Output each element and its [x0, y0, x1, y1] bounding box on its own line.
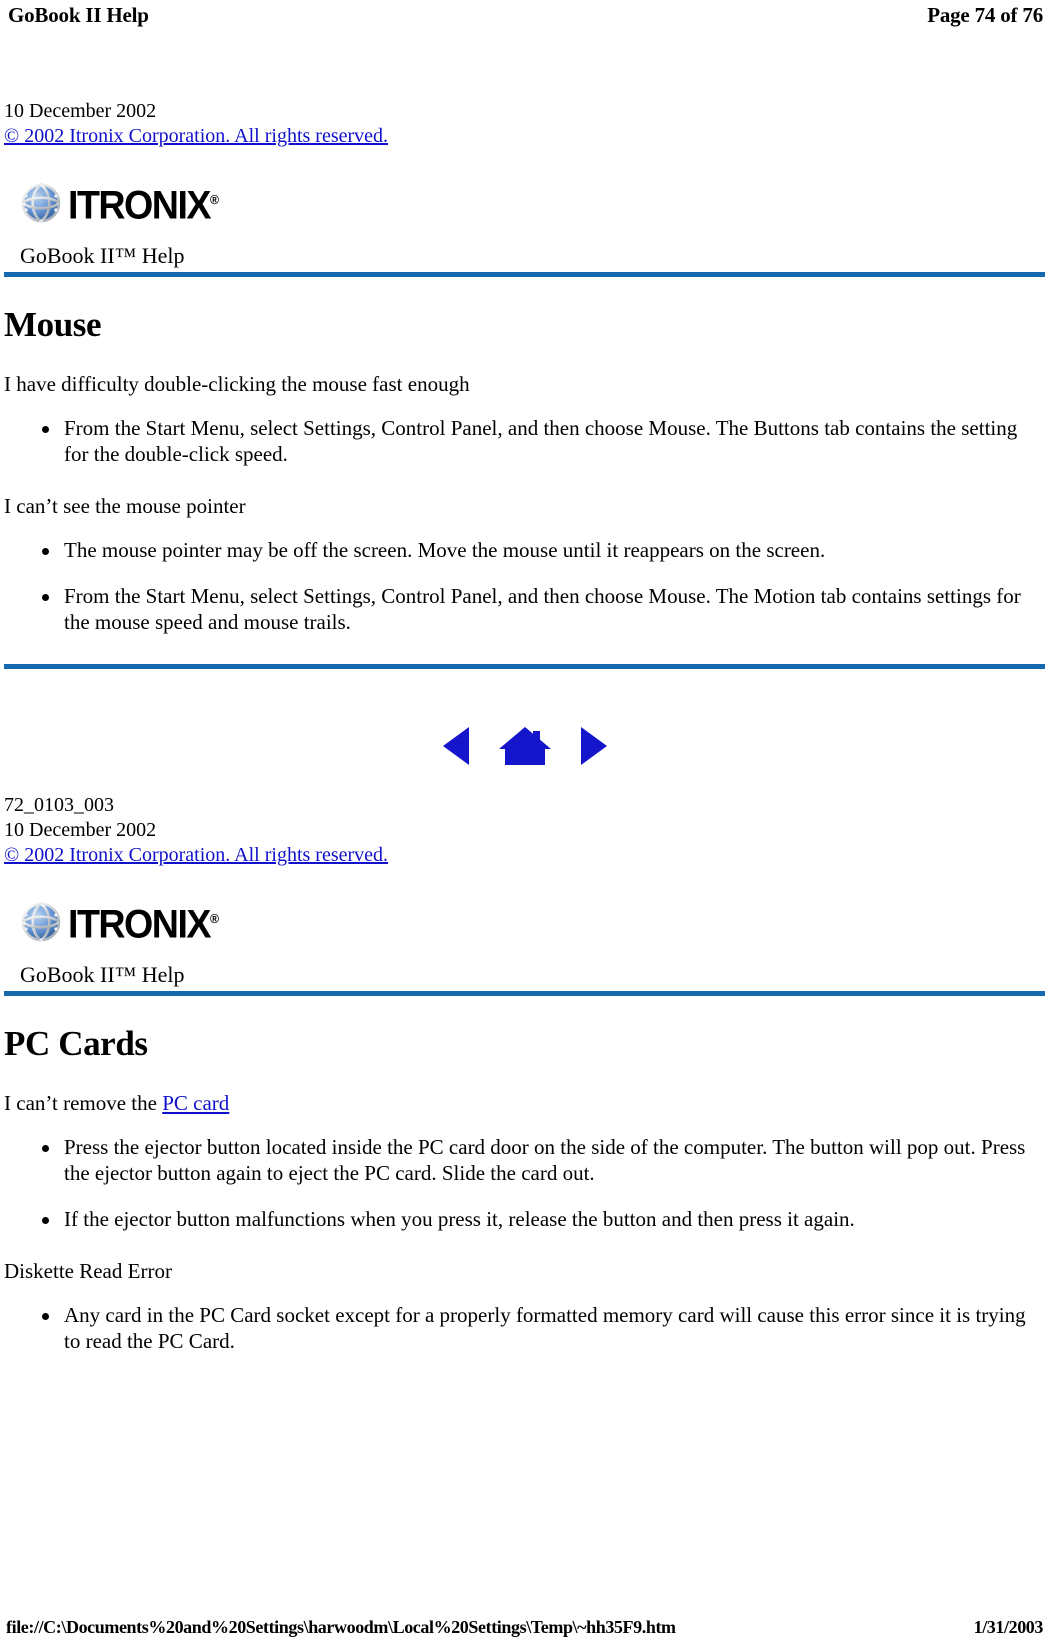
footer-print-date: 1/31/2003: [973, 1617, 1044, 1637]
globe-icon: [18, 180, 64, 226]
bullet-list: Any card in the PC Card socket except fo…: [4, 1302, 1045, 1354]
copyright-link-bottom[interactable]: © 2002 Itronix Corporation. All rights r…: [4, 843, 388, 868]
home-button[interactable]: [497, 723, 553, 767]
list-item: The mouse pointer may be off the screen.…: [4, 537, 1045, 563]
forward-button[interactable]: [575, 725, 611, 767]
blue-divider-top: [4, 272, 1045, 277]
bullet-list: From the Start Menu, select Settings, Co…: [4, 415, 1045, 467]
section-one-meta: 10 December 2002 © 2002 Itronix Corporat…: [4, 99, 1045, 149]
blue-divider-bottom: [4, 991, 1045, 996]
list-item: From the Start Menu, select Settings, Co…: [4, 415, 1045, 467]
globe-icon: [18, 899, 64, 945]
registered-mark-icon: ®: [209, 192, 219, 208]
itronix-wordmark: ITRONIX®: [68, 902, 219, 947]
list-item: Any card in the PC Card socket except fo…: [4, 1302, 1045, 1354]
lead-text-pc-card: I can’t remove the PC card: [4, 1090, 1045, 1116]
itronix-logo-top: ITRONIX®: [4, 175, 1045, 231]
print-header-page-number: Page 74 of 76: [927, 3, 1043, 27]
list-item: Press the ejector button located inside …: [4, 1134, 1045, 1186]
list-item: From the Start Menu, select Settings, Co…: [4, 583, 1045, 635]
lead-text-diskette: Diskette Read Error: [4, 1259, 172, 1283]
itronix-wordmark: ITRONIX®: [68, 183, 219, 228]
navigation-bar: [4, 721, 1045, 767]
back-arrow-icon: [442, 727, 469, 765]
home-icon: [498, 727, 551, 765]
document-number: 72_0103_003: [4, 794, 114, 816]
print-header-title: GoBook II Help: [8, 3, 149, 27]
blue-divider-mouse-bottom: [4, 664, 1045, 669]
forward-arrow-icon: [580, 727, 607, 765]
help-title-bottom: GoBook II™ Help: [20, 962, 185, 987]
lead-text: I can’t see the mouse pointer: [4, 494, 246, 518]
section-one-date: 10 December 2002: [4, 100, 157, 122]
page-title-pc-cards: PC Cards: [4, 1024, 148, 1063]
print-header: GoBook II Help Page 74 of 76: [0, 0, 1051, 36]
registered-mark-icon: ®: [209, 911, 219, 927]
list-item: If the ejector button malfunctions when …: [4, 1206, 1045, 1232]
section-two-date: 10 December 2002: [4, 819, 157, 841]
lead-prefix: I can’t remove the: [4, 1091, 163, 1115]
copyright-link-top[interactable]: © 2002 Itronix Corporation. All rights r…: [4, 124, 388, 149]
lead-text: I have difficulty double-clicking the mo…: [4, 372, 470, 396]
print-footer: file://C:\Documents%20and%20Settings\har…: [0, 1616, 1051, 1638]
bullet-list: The mouse pointer may be off the screen.…: [4, 537, 1045, 635]
section-two-meta: 72_0103_003 10 December 2002 © 2002 Itro…: [4, 793, 1045, 868]
page-title-mouse: Mouse: [4, 305, 102, 344]
help-title-top: GoBook II™ Help: [20, 243, 185, 268]
document-body: 10 December 2002 © 2002 Itronix Corporat…: [0, 36, 1051, 1354]
pc-card-link[interactable]: PC card: [162, 1091, 229, 1115]
footer-file-path: file://C:\Documents%20and%20Settings\har…: [6, 1617, 676, 1637]
itronix-logo-bottom: ITRONIX®: [4, 894, 1045, 950]
bullet-list: Press the ejector button located inside …: [4, 1134, 1045, 1232]
back-button[interactable]: [439, 725, 475, 767]
